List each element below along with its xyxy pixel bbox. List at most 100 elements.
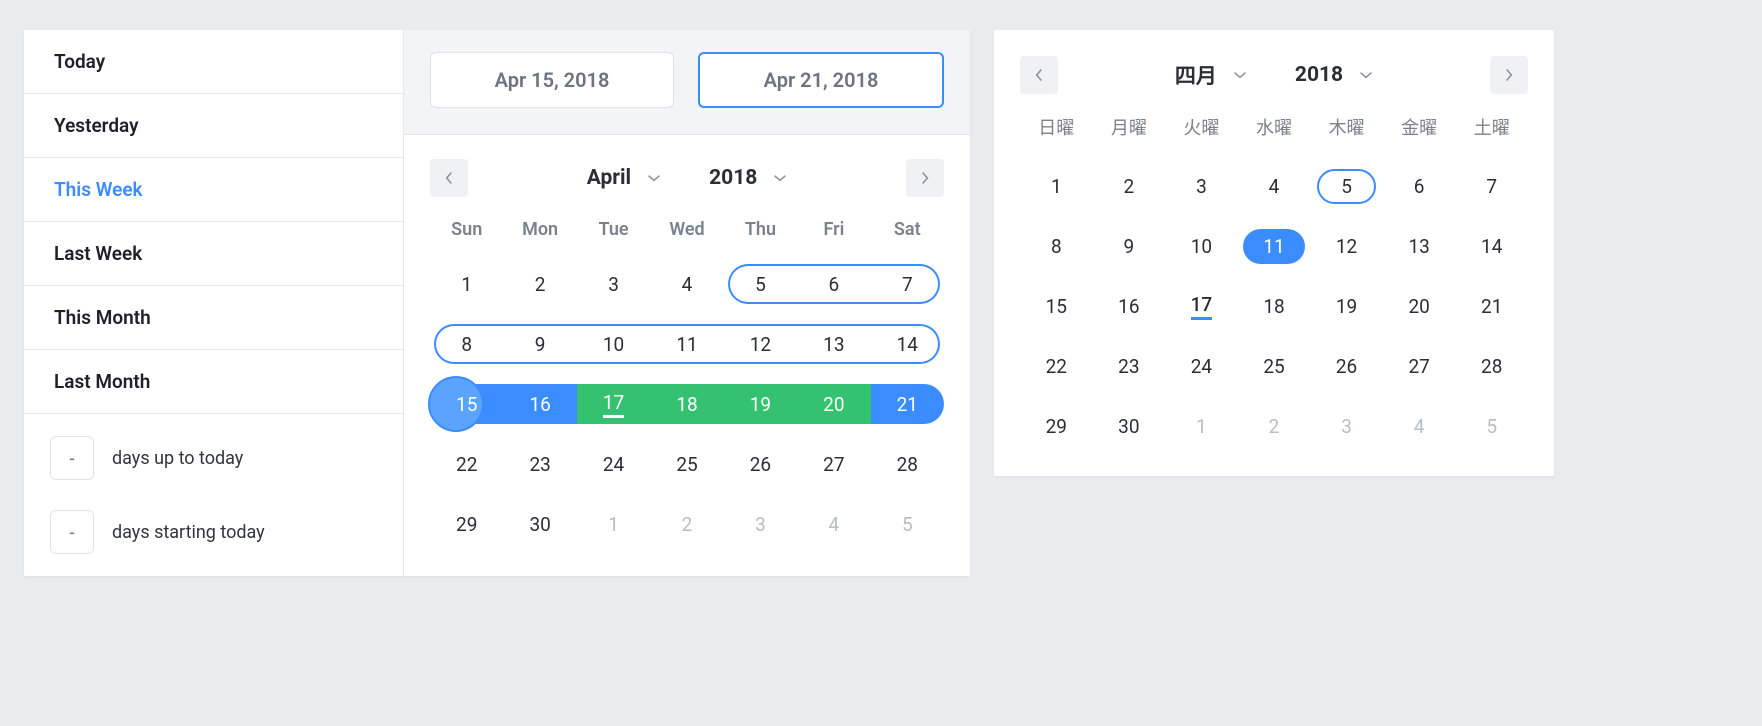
day-cell[interactable]: 4 [1238,166,1311,206]
day-cell[interactable]: 9 [503,322,576,366]
day-cell[interactable]: 5 [1455,406,1528,446]
day-cell[interactable]: 18 [650,382,723,426]
day-number: 17 [603,391,624,418]
day-cell[interactable]: 12 [1310,226,1383,266]
day-cell[interactable]: 26 [1310,346,1383,386]
year-selector[interactable]: 2018 [709,166,787,190]
preset-item[interactable]: Last Month [24,350,403,414]
days-starting-today-input[interactable] [50,510,94,554]
day-cell[interactable]: 21 [1455,286,1528,326]
days-up-to-today-input[interactable] [50,436,94,480]
day-cell[interactable]: 15 [1020,286,1093,326]
day-cell[interactable]: 16 [1093,286,1166,326]
day-cell[interactable]: 29 [1020,406,1093,446]
day-cell[interactable]: 30 [1093,406,1166,446]
chevron-down-icon [647,171,661,185]
day-cell[interactable]: 2 [1093,166,1166,206]
day-cell[interactable]: 5 [871,502,944,546]
day-cell[interactable]: 16 [503,382,576,426]
day-cell[interactable]: 26 [724,442,797,486]
day-cell[interactable]: 1 [577,502,650,546]
day-cell[interactable]: 10 [577,322,650,366]
day-cell[interactable]: 8 [430,322,503,366]
day-cell[interactable]: 25 [650,442,723,486]
preset-item[interactable]: This Week [24,158,403,222]
day-cell[interactable]: 8 [1020,226,1093,266]
day-cell[interactable]: 1 [1165,406,1238,446]
prev-month-button[interactable] [430,159,468,197]
year-selector[interactable]: 2018 [1295,63,1373,87]
day-cell[interactable]: 25 [1238,346,1311,386]
day-cell[interactable]: 10 [1165,226,1238,266]
day-cell[interactable]: 1 [430,262,503,306]
day-cell[interactable]: 9 [1093,226,1166,266]
day-cell[interactable]: 14 [1455,226,1528,266]
day-cell[interactable]: 6 [797,262,870,306]
month-selector[interactable]: April [587,166,661,190]
day-cell[interactable]: 17 [1165,286,1238,326]
day-cell[interactable]: 1 [1020,166,1093,206]
day-cell[interactable]: 5 [1310,166,1383,206]
day-cell[interactable]: 2 [503,262,576,306]
day-number: 4 [682,273,693,296]
day-cell[interactable]: 14 [871,322,944,366]
day-cell[interactable]: 17 [577,382,650,426]
day-cell[interactable]: 2 [650,502,723,546]
day-cell[interactable]: 18 [1238,286,1311,326]
preset-item[interactable]: Yesterday [24,94,403,158]
day-cell[interactable]: 28 [1455,346,1528,386]
day-cell[interactable]: 6 [1383,166,1456,206]
day-cell[interactable]: 28 [871,442,944,486]
day-number: 1 [608,513,619,536]
day-cell[interactable]: 3 [724,502,797,546]
day-cell[interactable]: 21 [871,382,944,426]
day-cell[interactable]: 7 [871,262,944,306]
day-cell[interactable]: 30 [503,502,576,546]
day-number: 16 [1118,295,1139,318]
preset-item[interactable]: Today [24,30,403,94]
day-cell[interactable]: 24 [1165,346,1238,386]
weekday-header: 土曜 [1455,114,1528,146]
day-cell[interactable]: 3 [577,262,650,306]
month-selector[interactable]: 四月 [1175,60,1247,90]
day-cell[interactable]: 3 [1165,166,1238,206]
preset-item[interactable]: Last Week [24,222,403,286]
day-cell[interactable]: 23 [503,442,576,486]
day-number: 30 [529,513,550,536]
day-number: 1 [1051,175,1062,198]
day-number: 4 [1414,415,1425,438]
preset-item[interactable]: This Month [24,286,403,350]
day-cell[interactable]: 12 [724,322,797,366]
day-cell[interactable]: 3 [1310,406,1383,446]
day-cell[interactable]: 24 [577,442,650,486]
day-cell[interactable]: 23 [1093,346,1166,386]
day-cell[interactable]: 4 [650,262,723,306]
day-cell[interactable]: 7 [1455,166,1528,206]
day-cell[interactable]: 19 [1310,286,1383,326]
day-cell[interactable]: 19 [724,382,797,426]
day-cell[interactable]: 4 [1383,406,1456,446]
day-cell[interactable]: 13 [1383,226,1456,266]
day-cell[interactable]: 20 [1383,286,1456,326]
day-cell[interactable]: 13 [797,322,870,366]
day-cell[interactable]: 5 [724,262,797,306]
day-cell[interactable]: 29 [430,502,503,546]
next-month-button[interactable] [906,159,944,197]
day-cell[interactable]: 22 [1020,346,1093,386]
day-cell[interactable]: 11 [650,322,723,366]
day-cell[interactable]: 20 [797,382,870,426]
day-cell[interactable]: 27 [1383,346,1456,386]
weekday-header: 月曜 [1093,114,1166,146]
day-cell[interactable]: 11 [1238,226,1311,266]
day-cell[interactable]: 2 [1238,406,1311,446]
next-month-button[interactable] [1490,56,1528,94]
day-cell[interactable]: 22 [430,442,503,486]
day-cell[interactable]: 4 [797,502,870,546]
end-date-input[interactable]: Apr 21, 2018 [698,52,944,108]
day-number: 15 [456,393,477,416]
day-number: 12 [1336,235,1357,258]
day-cell[interactable]: 27 [797,442,870,486]
prev-month-button[interactable] [1020,56,1058,94]
day-cell[interactable]: 15 [430,382,503,426]
start-date-input[interactable]: Apr 15, 2018 [430,52,674,108]
